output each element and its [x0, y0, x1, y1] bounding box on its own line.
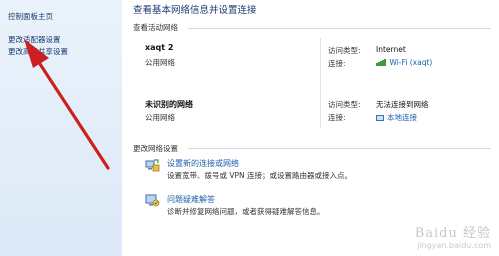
watermark-logo: Baidu 经验 [414, 226, 491, 241]
wifi-signal-icon [376, 59, 386, 68]
sidebar-link-change-adapter-settings[interactable]: 更改适配器设置 [8, 34, 61, 45]
change-settings-heading: 更改网络设置 [133, 144, 178, 153]
network-name: 未识别的网络 [145, 100, 193, 109]
network-adapter-icon [376, 115, 384, 121]
wifi-connection-link[interactable]: Wi-Fi (xaqt) [376, 58, 432, 68]
connection-label: 连接: [328, 59, 346, 68]
connection-label: 连接: [328, 113, 346, 122]
network-name: xaqt 2 [145, 43, 174, 52]
access-type-label: 访问类型: [328, 46, 361, 55]
troubleshoot-icon [145, 194, 160, 207]
access-type-value: Internet [376, 45, 406, 54]
local-connection-label: 本地连接 [387, 113, 417, 122]
setup-new-connection-link[interactable]: 设置新的连接或网络 [167, 158, 239, 169]
main-content: 查看基本网络信息并设置连接 查看活动网络 xaqt 2 公用网络 访问类型: I… [122, 0, 499, 256]
local-connection-link[interactable]: 本地连接 [376, 112, 417, 123]
access-type-value: 无法连接到网络 [376, 100, 429, 109]
section-divider [188, 148, 491, 149]
network-category[interactable]: 公用网络 [145, 112, 175, 123]
troubleshoot-description: 诊断并修复网络问题，或者获得疑难解答信息。 [167, 207, 325, 216]
network-category[interactable]: 公用网络 [145, 57, 175, 68]
troubleshoot-link[interactable]: 问题疑难解答 [167, 194, 215, 205]
sidebar-link-control-panel-home[interactable]: 控制面板主页 [8, 11, 53, 22]
column-divider [320, 38, 321, 128]
section-divider [188, 28, 491, 29]
watermark-url: jingyan.baidu.com [417, 241, 491, 250]
setup-new-connection-description: 设置宽带、拨号或 VPN 连接；或设置路由器或接入点。 [167, 171, 353, 180]
page-title: 查看基本网络信息并设置连接 [133, 5, 257, 16]
sidebar-link-change-advanced-sharing[interactable]: 更改高级共享设置 [8, 46, 68, 57]
new-connection-icon [145, 159, 160, 172]
baidu-watermark: Baidu 经验 jingyan.baidu.com [415, 222, 491, 250]
access-type-label: 访问类型: [328, 100, 361, 109]
active-networks-heading: 查看活动网络 [133, 23, 178, 32]
left-sidebar: 控制面板主页 更改适配器设置 更改高级共享设置 [0, 0, 122, 256]
wifi-connection-label: Wi-Fi (xaqt) [389, 58, 433, 67]
